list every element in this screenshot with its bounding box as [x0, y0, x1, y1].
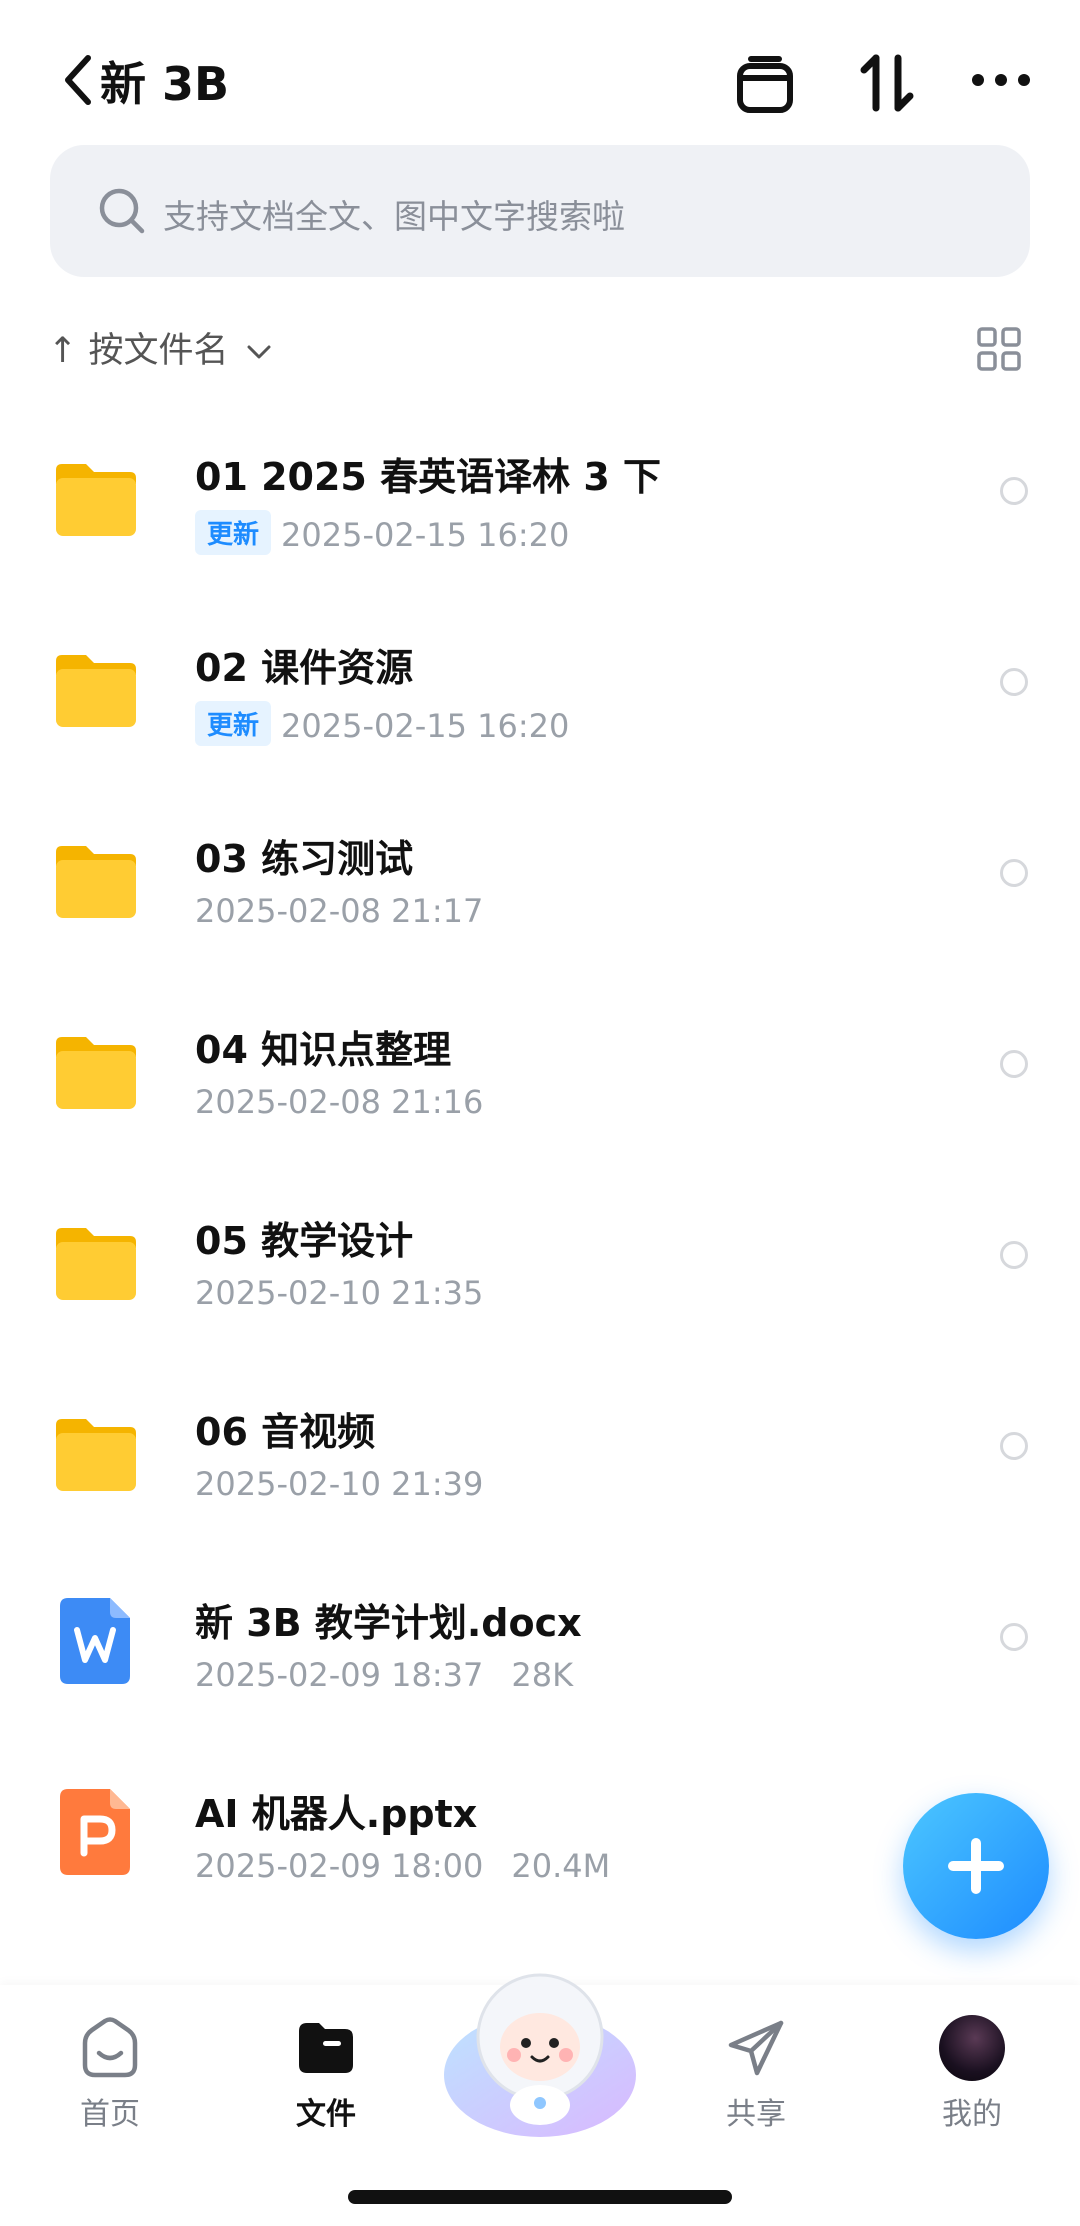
list-item[interactable]: 新 3B 教学计划.docx 2025-02-09 18:37 28K: [0, 1558, 1080, 1749]
sort-arrows-icon[interactable]: [852, 48, 922, 118]
nav-files-label: 文件: [296, 2097, 356, 2132]
home-indicator: [348, 2190, 732, 2204]
avatar: [939, 2015, 1005, 2081]
file-date: 2025-02-10 21:35: [195, 1274, 484, 1312]
add-button[interactable]: [903, 1793, 1049, 1939]
page-title: 新 3B: [100, 57, 230, 111]
chevron-left-icon[interactable]: [58, 50, 98, 110]
select-radio[interactable]: [1000, 859, 1028, 887]
update-badge: 更新: [195, 510, 272, 555]
file-name: 03 练习测试: [195, 837, 414, 881]
select-radio[interactable]: [1000, 1241, 1028, 1269]
folder-icon: [56, 846, 136, 918]
select-radio[interactable]: [1000, 1623, 1028, 1651]
folder-icon: [56, 1228, 136, 1300]
update-badge: 更新: [195, 701, 272, 746]
folder-icon: [56, 464, 136, 536]
file-size: 20.4M: [511, 1847, 611, 1885]
sort-label: 按文件名: [88, 331, 229, 371]
sort-arrow-up-icon: ↑: [48, 331, 78, 371]
folder-icon: [56, 1037, 136, 1109]
file-date: 2025-02-08 21:16: [195, 1083, 484, 1121]
select-radio[interactable]: [1000, 1432, 1028, 1460]
folder-icon: [56, 1419, 136, 1491]
nav-share[interactable]: 共享: [686, 2015, 826, 2133]
file-list: 01 2025 春英语译林 3 下 更新 2025-02-15 16:20 02 …: [0, 412, 1080, 1940]
file-date: 2025-02-10 21:39: [195, 1465, 484, 1503]
ppt-doc-icon: [60, 1789, 130, 1875]
nav-home-label: 首页: [80, 2097, 140, 2132]
list-item[interactable]: 01 2025 春英语译林 3 下 更新 2025-02-15 16:20: [0, 412, 1080, 603]
file-name: 05 教学设计: [195, 1219, 414, 1263]
file-name: 01 2025 春英语译林 3 下: [195, 455, 662, 499]
file-name: 新 3B 教学计划.docx: [195, 1601, 582, 1645]
file-name: 04 知识点整理: [195, 1028, 452, 1072]
word-doc-icon: [60, 1598, 130, 1684]
select-radio[interactable]: [1000, 1050, 1028, 1078]
select-radio[interactable]: [1000, 477, 1028, 505]
file-date: 2025-02-09 18:00: [195, 1847, 484, 1885]
select-radio[interactable]: [1000, 668, 1028, 696]
chevron-down-icon: [247, 345, 271, 359]
grid-view-icon[interactable]: [976, 326, 1022, 372]
file-name: AI 机器人.pptx: [195, 1792, 478, 1836]
nav-mine-label: 我的: [942, 2097, 1002, 2132]
list-item[interactable]: 06 音视频 2025-02-10 21:39: [0, 1367, 1080, 1558]
file-name: 06 音视频: [195, 1410, 376, 1454]
list-item[interactable]: 05 教学设计 2025-02-10 21:35: [0, 1176, 1080, 1367]
more-dots-icon[interactable]: [966, 48, 1036, 118]
folder-icon: [56, 655, 136, 727]
file-name: 02 课件资源: [195, 646, 414, 690]
list-item[interactable]: 02 课件资源 更新 2025-02-15 16:20: [0, 603, 1080, 794]
search-bar[interactable]: 支持文档全文、图中文字搜索啦: [50, 145, 1030, 277]
ai-assistant-mascot-icon[interactable]: [440, 1955, 640, 2155]
top-bar: 新 3B: [0, 0, 1080, 140]
search-icon: [99, 188, 145, 234]
nav-share-label: 共享: [726, 2097, 786, 2132]
file-date: 2025-02-15 16:20: [281, 516, 570, 554]
nav-mine[interactable]: 我的: [902, 2015, 1042, 2133]
list-item[interactable]: 03 练习测试 2025-02-08 21:17: [0, 794, 1080, 985]
folder-filled-icon: [299, 2023, 353, 2073]
archive-box-icon[interactable]: [730, 48, 800, 118]
file-date: 2025-02-08 21:17: [195, 892, 484, 930]
send-paper-plane-icon: [728, 2020, 784, 2076]
home-icon: [82, 2017, 138, 2078]
file-size: 28K: [511, 1656, 574, 1694]
list-item[interactable]: 04 知识点整理 2025-02-08 21:16: [0, 985, 1080, 1176]
nav-home[interactable]: 首页: [40, 2015, 180, 2133]
file-date: 2025-02-15 16:20: [281, 707, 570, 745]
nav-files[interactable]: 文件: [256, 2015, 396, 2133]
file-date: 2025-02-09 18:37: [195, 1656, 484, 1694]
search-placeholder: 支持文档全文、图中文字搜索啦: [163, 197, 625, 236]
